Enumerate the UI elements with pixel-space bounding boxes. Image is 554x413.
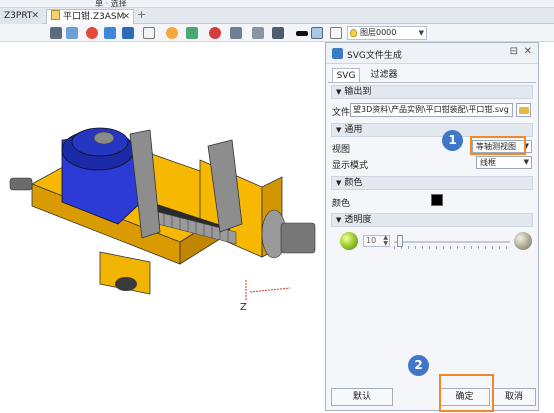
- section-general[interactable]: ▼ 通用: [331, 123, 533, 137]
- display-icon[interactable]: [252, 27, 264, 39]
- folder-icon: [519, 107, 529, 114]
- collapse-icon: ▼: [336, 88, 342, 96]
- left-handle: [9, 177, 33, 191]
- fit-icon[interactable]: [230, 27, 242, 39]
- top-strip: 单 · 选择: [0, 0, 554, 8]
- chevron-down-icon: ▼: [523, 158, 529, 166]
- document-tab-bar: Z3PRT ✕ 平口钳.Z3ASM ✕: [0, 8, 554, 24]
- axis-label-z: Z: [240, 302, 247, 313]
- knob-square: [280, 222, 316, 254]
- ok-highlight: [439, 374, 494, 412]
- section-label: 通用: [344, 125, 363, 135]
- view-cube-icon[interactable]: [122, 27, 134, 39]
- close-icon[interactable]: ✕: [524, 46, 532, 57]
- section-label: 颜色: [344, 178, 363, 188]
- slider-ticks: [394, 246, 510, 249]
- display-mode-select[interactable]: 线框 ▼: [476, 156, 532, 169]
- section-label: 输出到: [344, 87, 372, 97]
- section-color[interactable]: ▼ 颜色: [331, 176, 533, 190]
- panel-titlebar: SVG文件生成 ⊟ ✕: [326, 43, 538, 64]
- collapse-icon: ▼: [336, 216, 342, 224]
- color-swatch-icon[interactable]: [311, 27, 323, 39]
- render-icon[interactable]: [166, 27, 178, 39]
- square-icon[interactable]: [330, 27, 342, 39]
- browse-folder-button[interactable]: [516, 103, 531, 117]
- add-tab-icon[interactable]: +: [137, 8, 147, 21]
- color-icon[interactable]: [86, 27, 98, 39]
- step-badge-1: 1: [442, 130, 463, 151]
- view-toolbar: 图层0000 ▼: [0, 24, 554, 42]
- bulb-icon: [350, 29, 357, 37]
- layer-select[interactable]: 图层0000 ▼: [347, 26, 427, 40]
- tab-svg[interactable]: SVG: [332, 68, 360, 83]
- cancel-button[interactable]: 取消: [492, 388, 536, 406]
- transparency-slider-track[interactable]: [394, 241, 510, 243]
- svg-export-panel: SVG文件生成 ⊟ ✕ SVG 过滤器 ▼ 输出到 文件 望3D资料\产品实例\平…: [325, 42, 539, 411]
- collapse-icon: ▼: [336, 179, 342, 187]
- view-highlight: [470, 136, 526, 155]
- spinner-arrows-icon[interactable]: ▲ ▼: [383, 235, 388, 247]
- transparent-ball-icon: [514, 232, 532, 250]
- color-label: 颜色: [332, 199, 351, 209]
- view-cube-icon[interactable]: [104, 27, 116, 39]
- filter-icon[interactable]: [143, 27, 155, 39]
- step-badge-2: 2: [408, 355, 429, 376]
- x-axis-line: [249, 287, 291, 293]
- toolbar-icon[interactable]: [50, 27, 62, 39]
- app-window: { "top_strip": { "select_label": "单 · 选择…: [0, 0, 554, 413]
- vise-model-render: Z: [9, 127, 316, 313]
- chevron-down-icon: ▼: [418, 29, 424, 37]
- close-icon[interactable]: ✕: [122, 10, 130, 24]
- rectangle-icon[interactable]: [296, 31, 308, 36]
- display-mode-value: 线框: [480, 158, 496, 167]
- model-viewport[interactable]: Z: [0, 42, 325, 413]
- color-swatch-button[interactable]: [431, 194, 443, 206]
- default-button[interactable]: 默认: [331, 388, 393, 406]
- jaw-screw-head: [93, 131, 115, 145]
- file-path-field[interactable]: 望3D资料\产品实例\平口钳装配\平口钳.svg: [350, 103, 513, 117]
- mounting-hole: [115, 277, 137, 291]
- tab-divider: [328, 82, 536, 83]
- transparency-input[interactable]: 10 ▲ ▼: [363, 235, 390, 247]
- transparency-value: 10: [366, 236, 377, 245]
- section-label: 透明度: [344, 215, 372, 225]
- display-mode-label: 显示模式: [332, 161, 369, 171]
- tab-z3prt[interactable]: Z3PRT ✕: [0, 9, 42, 24]
- section-output[interactable]: ▼ 输出到: [331, 85, 533, 99]
- tab-assembly[interactable]: 平口钳.Z3ASM ✕: [46, 9, 134, 24]
- tab-label: Z3PRT: [4, 11, 33, 21]
- display-icon[interactable]: [272, 27, 284, 39]
- document-icon: [51, 10, 60, 20]
- panel-title: SVG文件生成: [347, 51, 402, 61]
- tab-label: 平口钳.Z3ASM: [63, 12, 125, 22]
- layer-value: 图层0000: [360, 28, 397, 37]
- grid-icon[interactable]: [186, 27, 198, 39]
- file-label: 文件: [332, 108, 351, 118]
- tab-filter[interactable]: 过滤器: [366, 68, 402, 83]
- move-icon[interactable]: [209, 27, 221, 39]
- svg-icon: [332, 48, 343, 59]
- pin-icon[interactable]: ⊟: [510, 46, 518, 57]
- transparency-slider-thumb[interactable]: [396, 235, 403, 247]
- shade-icon[interactable]: [66, 27, 78, 39]
- collapse-icon: ▼: [336, 126, 342, 134]
- view-label: 视图: [332, 145, 351, 155]
- opaque-ball-icon: [340, 232, 358, 250]
- close-icon[interactable]: ✕: [31, 9, 39, 23]
- section-transparency[interactable]: ▼ 透明度: [331, 213, 533, 227]
